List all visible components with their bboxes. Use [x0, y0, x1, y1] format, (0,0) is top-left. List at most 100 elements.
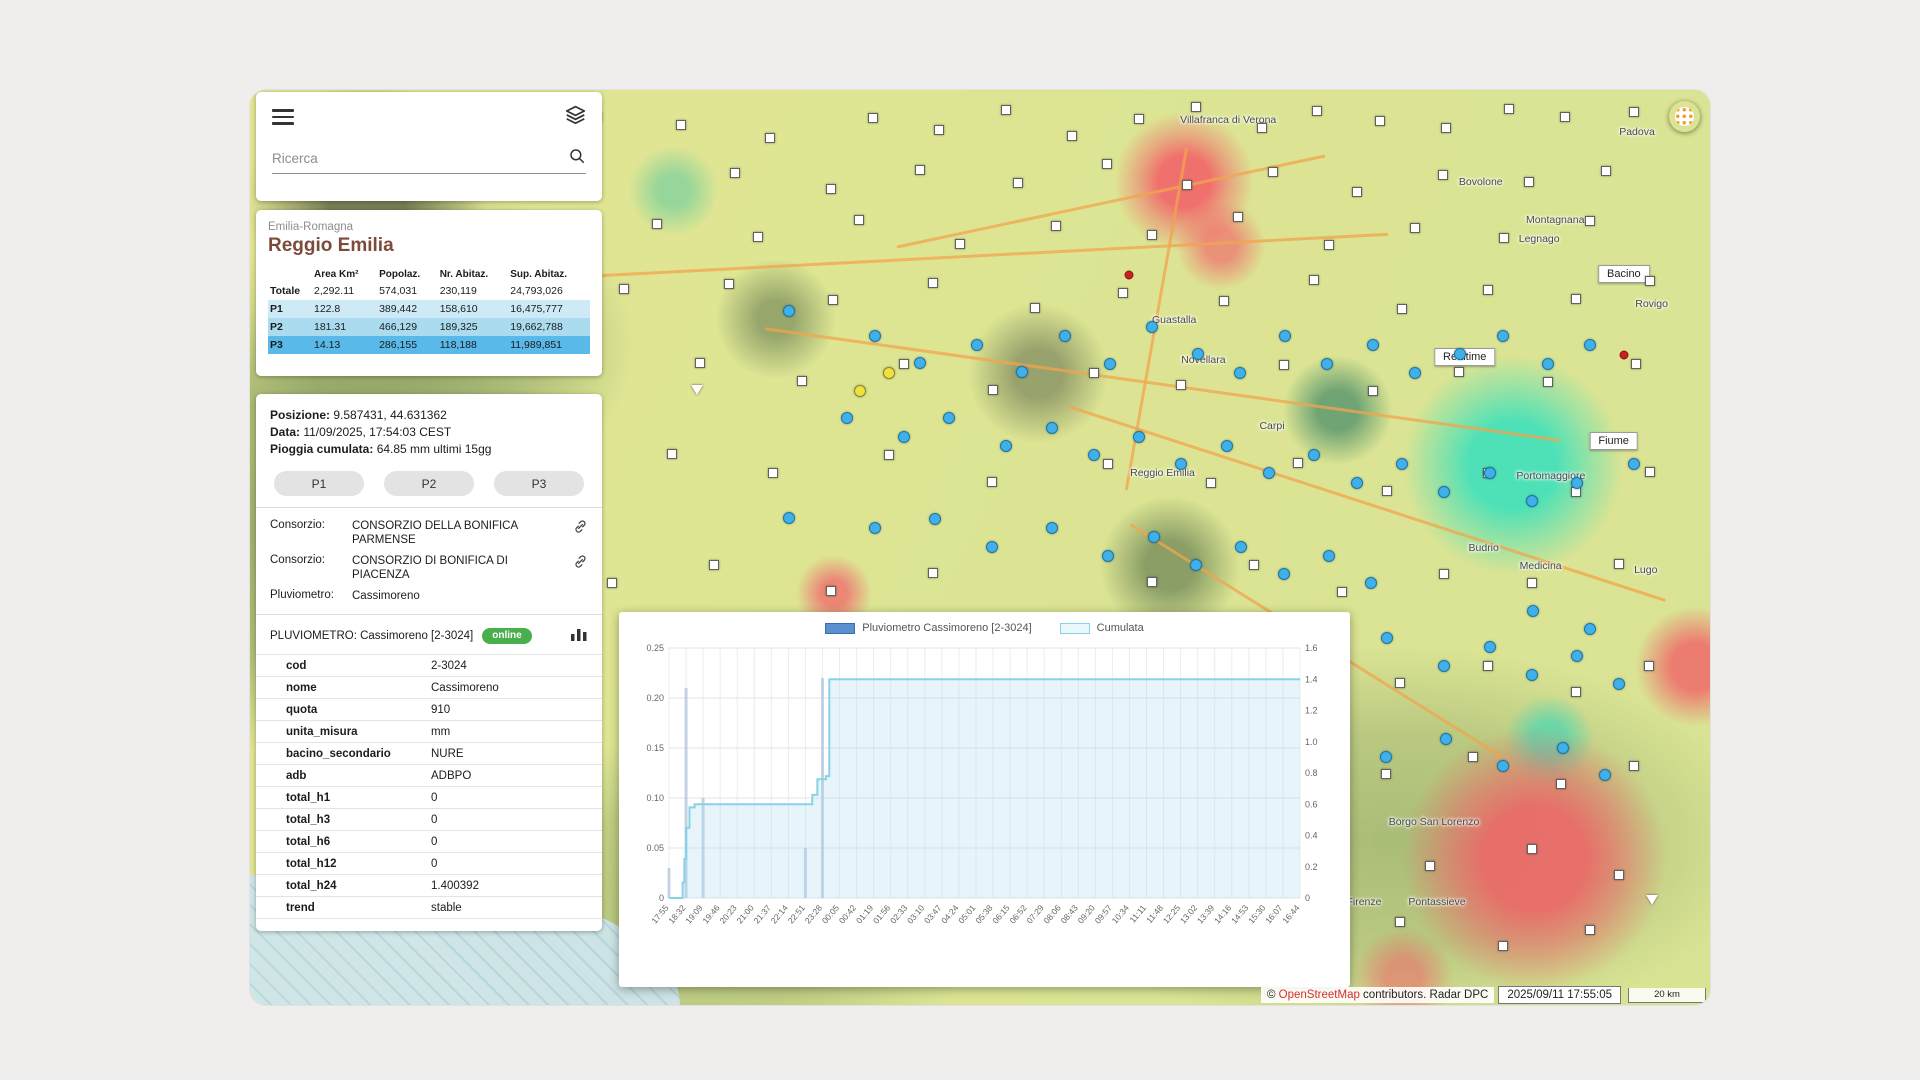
station-marker-circle[interactable]: [1133, 431, 1145, 443]
p3-button[interactable]: P3: [494, 471, 584, 496]
station-marker-circle[interactable]: [1059, 330, 1071, 342]
station-marker-square[interactable]: [1571, 294, 1581, 304]
station-marker-square[interactable]: [1483, 285, 1493, 295]
station-marker-circle[interactable]: [1381, 632, 1393, 644]
station-marker-circle[interactable]: [943, 412, 955, 424]
station-marker-square[interactable]: [1543, 377, 1553, 387]
station-marker-circle[interactable]: [1484, 467, 1496, 479]
station-marker-circle[interactable]: [1323, 550, 1335, 562]
station-marker-square[interactable]: [826, 586, 836, 596]
station-marker-circle[interactable]: [1192, 348, 1204, 360]
station-marker-triangle[interactable]: [691, 385, 703, 395]
station-marker-square[interactable]: [884, 450, 894, 460]
station-marker-circle[interactable]: [1321, 358, 1333, 370]
station-marker-circle[interactable]: [1526, 495, 1538, 507]
station-marker-square[interactable]: [797, 376, 807, 386]
station-marker-circle[interactable]: [1497, 330, 1509, 342]
station-marker-square[interactable]: [676, 120, 686, 130]
station-marker-square[interactable]: [987, 477, 997, 487]
station-marker-square[interactable]: [1102, 159, 1112, 169]
station-marker-square[interactable]: [1571, 687, 1581, 697]
station-marker-circle[interactable]: [1542, 358, 1554, 370]
station-marker-circle[interactable]: [1088, 449, 1100, 461]
station-marker-circle[interactable]: [1190, 559, 1202, 571]
station-marker-square[interactable]: [1293, 458, 1303, 468]
station-marker-square[interactable]: [1498, 941, 1508, 951]
station-marker-square[interactable]: [709, 560, 719, 570]
station-marker-circle[interactable]: [1146, 321, 1158, 333]
station-marker-square[interactable]: [1395, 678, 1405, 688]
station-marker-yellow[interactable]: [883, 367, 895, 379]
station-marker-circle[interactable]: [1000, 440, 1012, 452]
station-marker-square[interactable]: [1438, 170, 1448, 180]
station-marker-square[interactable]: [1268, 167, 1278, 177]
station-marker-square[interactable]: [1368, 386, 1378, 396]
station-marker-circle[interactable]: [1263, 467, 1275, 479]
station-marker-circle[interactable]: [1279, 330, 1291, 342]
station-marker-square[interactable]: [1397, 304, 1407, 314]
station-marker-square[interactable]: [753, 232, 763, 242]
station-marker-square[interactable]: [988, 385, 998, 395]
station-marker-square[interactable]: [1527, 844, 1537, 854]
station-marker-square[interactable]: [1001, 105, 1011, 115]
station-marker-circle[interactable]: [1046, 422, 1058, 434]
station-marker-circle[interactable]: [1396, 458, 1408, 470]
station-marker-circle[interactable]: [1571, 477, 1583, 489]
station-marker-square[interactable]: [1395, 917, 1405, 927]
station-marker-square[interactable]: [1560, 112, 1570, 122]
station-marker-square[interactable]: [899, 359, 909, 369]
station-marker-square[interactable]: [1089, 368, 1099, 378]
station-marker-square[interactable]: [1585, 925, 1595, 935]
station-marker-square[interactable]: [730, 168, 740, 178]
station-marker-square[interactable]: [1499, 233, 1509, 243]
legend-item-pluviometro[interactable]: Pluviometro Cassimoreno [2-3024]: [825, 622, 1031, 634]
region-row-P3[interactable]: P314.13286,155118,18811,989,851: [268, 336, 590, 354]
station-marker-square[interactable]: [934, 125, 944, 135]
station-marker-circle[interactable]: [1234, 367, 1246, 379]
layers-icon[interactable]: [565, 104, 586, 130]
station-marker-square[interactable]: [928, 568, 938, 578]
station-marker-circle[interactable]: [1308, 449, 1320, 461]
station-marker-circle[interactable]: [1527, 605, 1539, 617]
station-marker-square[interactable]: [1312, 106, 1322, 116]
station-marker-square[interactable]: [1382, 486, 1392, 496]
station-marker-square[interactable]: [1375, 116, 1385, 126]
station-marker-circle[interactable]: [898, 431, 910, 443]
link-row-value[interactable]: CONSORZIO DELLA BONIFICA PARMENSE: [352, 519, 567, 547]
station-marker-circle[interactable]: [1454, 348, 1466, 360]
station-marker-square[interactable]: [1645, 467, 1655, 477]
station-marker-square[interactable]: [1614, 870, 1624, 880]
station-marker-circle[interactable]: [1584, 623, 1596, 635]
station-marker-square[interactable]: [607, 578, 617, 588]
radar-opacity-button[interactable]: [1668, 100, 1701, 133]
station-marker-circle[interactable]: [1497, 760, 1509, 772]
station-marker-square[interactable]: [1504, 104, 1514, 114]
station-marker-square[interactable]: [1585, 216, 1595, 226]
station-marker-circle[interactable]: [1571, 650, 1583, 662]
station-marker-square[interactable]: [1631, 359, 1641, 369]
station-marker-square[interactable]: [955, 239, 965, 249]
station-marker-circle[interactable]: [1526, 669, 1538, 681]
station-marker-square[interactable]: [1324, 240, 1334, 250]
station-marker-circle[interactable]: [1278, 568, 1290, 580]
station-marker-square[interactable]: [1182, 180, 1192, 190]
station-marker-circle[interactable]: [1148, 531, 1160, 543]
station-marker-square[interactable]: [1441, 123, 1451, 133]
station-marker-circle[interactable]: [1409, 367, 1421, 379]
station-marker-circle[interactable]: [869, 330, 881, 342]
station-marker-square[interactable]: [619, 284, 629, 294]
station-marker-square[interactable]: [1524, 177, 1534, 187]
station-marker-square[interactable]: [1614, 559, 1624, 569]
station-marker-circle[interactable]: [1613, 678, 1625, 690]
station-marker-circle[interactable]: [841, 412, 853, 424]
station-marker-circle[interactable]: [1438, 486, 1450, 498]
station-marker-square[interactable]: [1439, 569, 1449, 579]
station-marker-circle[interactable]: [1367, 339, 1379, 351]
station-marker-square[interactable]: [1468, 752, 1478, 762]
station-marker-circle[interactable]: [986, 541, 998, 553]
station-marker-square[interactable]: [652, 219, 662, 229]
station-marker-square[interactable]: [1176, 380, 1186, 390]
station-marker-square[interactable]: [1410, 223, 1420, 233]
station-marker-square[interactable]: [1527, 578, 1537, 588]
station-marker-square[interactable]: [1147, 230, 1157, 240]
